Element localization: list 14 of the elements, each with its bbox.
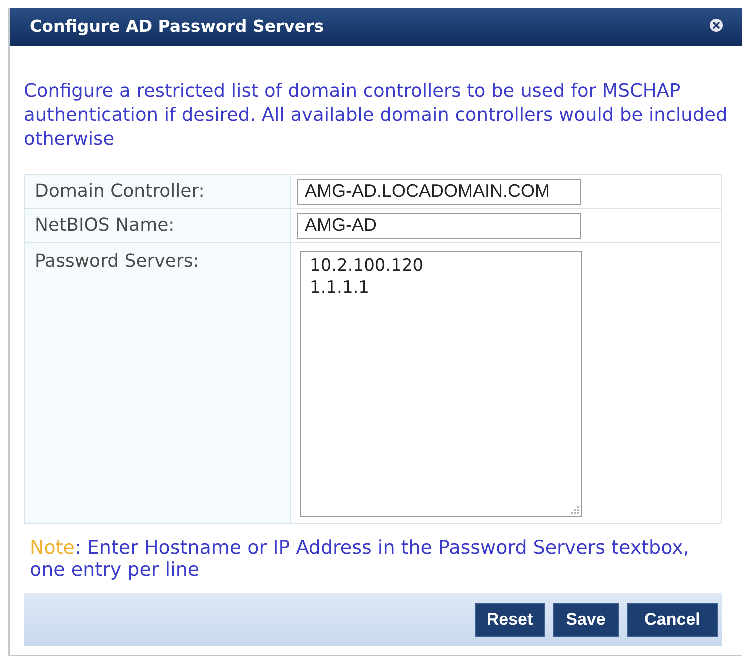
resize-grip-icon[interactable] <box>570 505 579 514</box>
dialog-button[interactable]: Reset <box>475 602 545 636</box>
field-label: Password Servers: <box>35 251 200 272</box>
field-label: Domain Controller: <box>35 180 205 204</box>
text-input[interactable]: AMG-AD <box>297 212 581 238</box>
window-title: Configure AD Password Servers <box>30 16 324 38</box>
field-label: NetBIOS Name: <box>35 214 175 238</box>
note-text: Note: Enter Hostname or IP Address in the Password Servers textbox, one entry per line <box>30 537 690 581</box>
close-icon[interactable] <box>710 18 723 32</box>
dialog-button[interactable]: Cancel <box>627 602 718 636</box>
dialog-button[interactable]: Save <box>553 602 619 636</box>
textarea-field[interactable]: 10.2.100.120 1.1.1.1 <box>300 251 582 517</box>
text-input[interactable]: AMG-AD.LOCADOMAIN.COM <box>297 178 581 204</box>
description-text: Configure a restricted list of domain controllers to be used for MSCHAP authentication if desired. All available domain controllers would be included otherwise <box>24 80 729 152</box>
